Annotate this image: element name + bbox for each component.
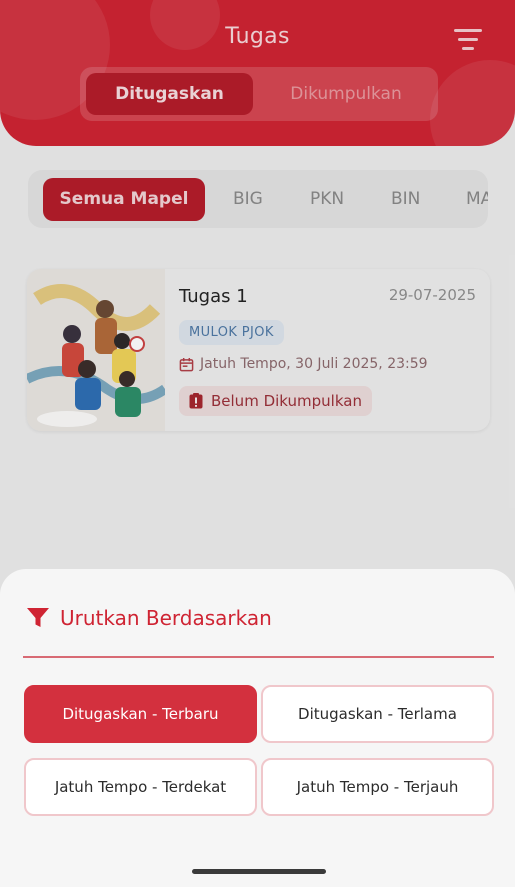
sort-option-jatuh-tempo-terdekat[interactable]: Jatuh Tempo - Terdekat <box>24 758 257 816</box>
sheet-header: Urutkan Berdasarkan <box>26 606 272 630</box>
sort-option-ditugaskan-terbaru[interactable]: Ditugaskan - Terbaru <box>24 685 257 743</box>
sort-bottom-sheet: Urutkan Berdasarkan Ditugaskan - Terbaru… <box>0 569 515 887</box>
sheet-title: Urutkan Berdasarkan <box>60 606 272 630</box>
screen: Tugas Ditugaskan Dikumpulkan Semua Mapel… <box>0 0 515 887</box>
home-indicator[interactable] <box>192 869 326 874</box>
funnel-icon <box>27 608 49 627</box>
sort-option-jatuh-tempo-terjauh[interactable]: Jatuh Tempo - Terjauh <box>261 758 494 816</box>
sort-option-ditugaskan-terlama[interactable]: Ditugaskan - Terlama <box>261 685 494 743</box>
sheet-divider <box>23 656 494 658</box>
